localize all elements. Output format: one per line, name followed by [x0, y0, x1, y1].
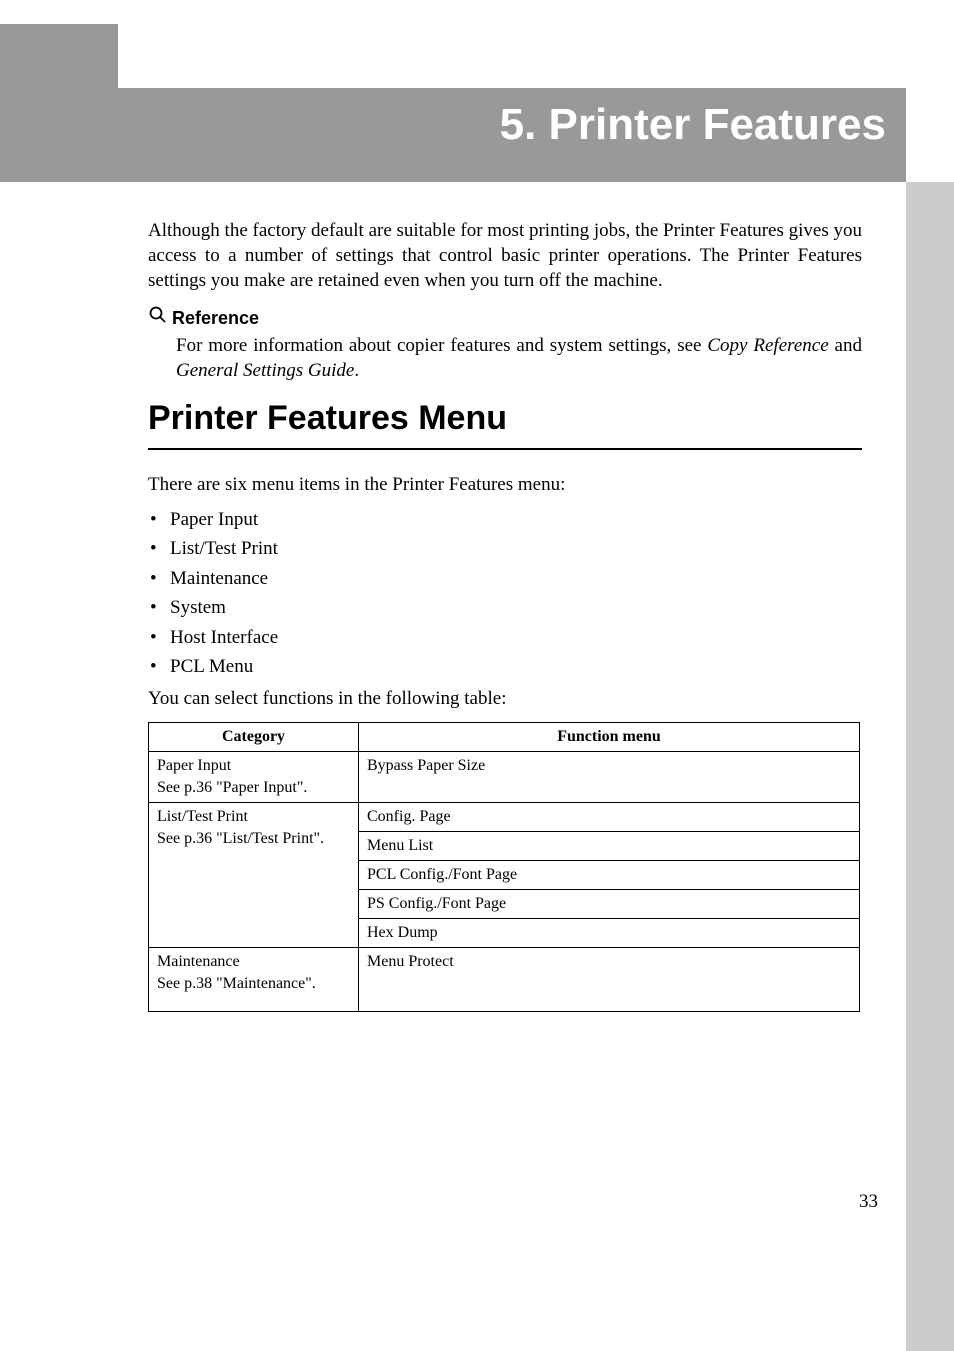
reference-icon — [148, 305, 168, 331]
category-ref: See p.36 "Paper Input". — [157, 779, 350, 797]
reference-prefix: For more information about copier featur… — [176, 335, 707, 356]
category-name: Paper Input — [157, 757, 350, 775]
reference-copy-ref: Copy Reference — [707, 335, 828, 356]
section-rule — [148, 448, 862, 450]
page: 5. Printer Features Although the factory… — [0, 0, 954, 1351]
list-item: PCL Menu — [148, 652, 868, 681]
category-ref: See p.36 "List/Test Print". — [157, 830, 350, 848]
reference-gsg: General Settings Guide — [176, 360, 354, 381]
list-item: System — [148, 593, 868, 622]
chapter-title: 5. Printer Features — [0, 100, 886, 150]
cell-function: Menu List — [359, 831, 860, 860]
list-item: Host Interface — [148, 623, 868, 652]
chapter-number: 5. — [500, 100, 537, 149]
cell-function: PCL Config./Font Page — [359, 860, 860, 889]
reference-label: Reference — [172, 308, 259, 329]
header-tab — [0, 24, 118, 88]
table-row: Maintenance See p.38 "Maintenance". Menu… — [149, 947, 860, 1011]
function-table: Category Function menu Paper Input See p… — [148, 722, 860, 1012]
section-title: Printer Features Menu — [148, 399, 868, 438]
cell-category: Paper Input See p.36 "Paper Input". — [149, 751, 359, 802]
category-name: Maintenance — [157, 953, 350, 971]
header-function: Function menu — [359, 722, 860, 751]
cell-function: Bypass Paper Size — [359, 751, 860, 802]
reference-heading: Reference — [148, 305, 868, 331]
list-item: Paper Input — [148, 505, 868, 534]
intro-paragraph: Although the factory default are suitabl… — [148, 218, 868, 293]
list-item: List/Test Print — [148, 534, 868, 563]
list-item: Maintenance — [148, 564, 868, 593]
cell-function: PS Config./Font Page — [359, 889, 860, 918]
menu-intro: There are six menu items in the Printer … — [148, 472, 868, 499]
reference-body: For more information about copier featur… — [148, 333, 868, 383]
table-row: List/Test Print See p.36 "List/Test Prin… — [149, 802, 860, 831]
table-row: Paper Input See p.36 "Paper Input". Bypa… — [149, 751, 860, 802]
reference-suffix: . — [354, 360, 359, 381]
category-name: List/Test Print — [157, 808, 350, 826]
cell-category: List/Test Print See p.36 "List/Test Prin… — [149, 802, 359, 947]
cell-function: Config. Page — [359, 802, 860, 831]
content-area: Although the factory default are suitabl… — [148, 218, 868, 1012]
table-header-row: Category Function menu — [149, 722, 860, 751]
category-ref: See p.38 "Maintenance". — [157, 975, 350, 993]
page-number: 33 — [859, 1191, 878, 1213]
chapter-name: Printer Features — [549, 100, 886, 149]
cell-function: Menu Protect — [359, 947, 860, 1011]
side-tab — [906, 182, 954, 1351]
menu-list: Paper Input List/Test Print Maintenance … — [148, 505, 868, 682]
header-category: Category — [149, 722, 359, 751]
table-intro: You can select functions in the followin… — [148, 688, 868, 710]
reference-and: and — [829, 335, 862, 356]
cell-category: Maintenance See p.38 "Maintenance". — [149, 947, 359, 1011]
cell-function: Hex Dump — [359, 918, 860, 947]
